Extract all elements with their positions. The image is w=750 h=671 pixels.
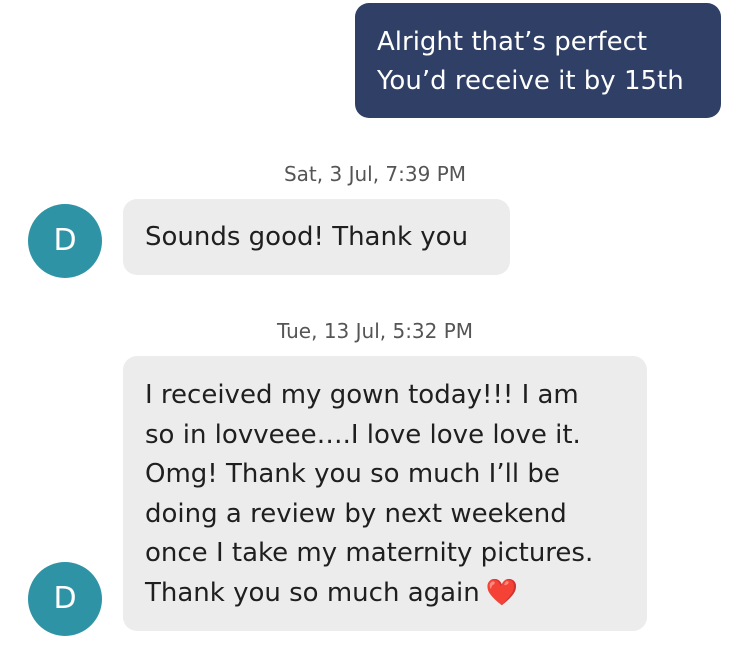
outgoing-message-bubble[interactable]: Alright that’s perfect You’d receive it … — [355, 3, 721, 118]
message-timestamp: Sat, 3 Jul, 7:39 PM — [283, 162, 467, 186]
message-timestamp: Tue, 13 Jul, 5:32 PM — [276, 319, 474, 343]
incoming-message-bubble[interactable]: Sounds good! Thank you — [123, 199, 510, 275]
sender-avatar[interactable]: D — [28, 204, 102, 278]
message-text: I received my gown today!!! I am so in l… — [145, 380, 594, 608]
heart-emoji-icon: ❤️ — [485, 577, 519, 608]
incoming-message-bubble[interactable]: I received my gown today!!! I am so in l… — [123, 356, 647, 631]
sender-avatar[interactable]: D — [28, 562, 102, 636]
